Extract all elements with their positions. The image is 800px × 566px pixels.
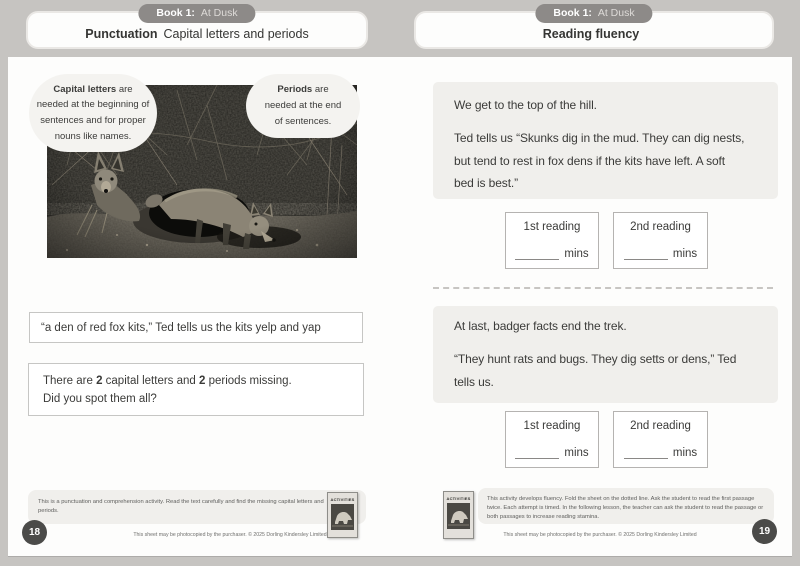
exercise-sentence: “a den of red fox kits,” Ted tells us th… bbox=[41, 322, 321, 334]
book-tab-title: At Dusk bbox=[598, 7, 635, 19]
thumbnail-cover-photo bbox=[447, 503, 470, 529]
right-book-tab: Book 1: At Dusk bbox=[535, 4, 652, 23]
left-title-topic: Punctuation bbox=[85, 27, 157, 41]
minutes-blank bbox=[515, 446, 559, 459]
passage-1-opening: We get to the top of the hill. bbox=[454, 98, 778, 112]
bubble-bold-term: Periods bbox=[277, 84, 312, 95]
book-tab-bold: Book 1: bbox=[553, 7, 592, 19]
fold-dashed-line bbox=[433, 287, 773, 289]
book-tab-title: At Dusk bbox=[201, 7, 238, 19]
reading-time-box-2nd: 2nd reading mins bbox=[613, 212, 708, 269]
hint-line-1: There are 2 capital letters and 2 period… bbox=[43, 372, 363, 390]
passage-2-panel: At last, badger facts end the trek. “The… bbox=[433, 306, 778, 403]
thumbnail-title: ACTIVITIES bbox=[444, 496, 473, 501]
workbook-spread: Book 1: At Dusk Punctuation Capital lette… bbox=[0, 0, 800, 566]
left-page-number: 18 bbox=[22, 520, 47, 545]
mins-label: mins bbox=[673, 447, 697, 459]
reading-time-box-1st: 1st reading mins bbox=[505, 212, 599, 269]
exercise-sentence-box: “a den of red fox kits,” Ted tells us th… bbox=[29, 312, 363, 343]
left-page-header: Book 1: At Dusk PunctuationCapital lette… bbox=[26, 11, 368, 49]
mins-label: mins bbox=[673, 248, 697, 260]
minutes-blank bbox=[624, 247, 668, 260]
mins-label: mins bbox=[564, 447, 588, 459]
hint-line-2: Did you spot them all? bbox=[43, 390, 363, 408]
right-page-title: Reading fluency bbox=[543, 27, 646, 41]
passage-1-panel: We get to the top of the hill. Ted tells… bbox=[433, 82, 778, 199]
right-title-topic: Reading fluency bbox=[543, 27, 640, 41]
left-teacher-note: This is a punctuation and comprehension … bbox=[28, 490, 366, 524]
book-tab-bold: Book 1: bbox=[156, 7, 195, 19]
bubble-bold-term: Capital letters bbox=[53, 84, 116, 95]
left-title-subtitle: Capital letters and periods bbox=[163, 27, 308, 41]
left-copyright-line: This sheet may be photocopied by the pur… bbox=[95, 532, 365, 538]
left-book-tab: Book 1: At Dusk bbox=[138, 4, 255, 23]
reading-time-box-2nd: 2nd reading mins bbox=[613, 411, 708, 468]
thumbnail-title: ACTIVITIES bbox=[328, 497, 357, 502]
right-teacher-note: This activity develops fluency. Fold the… bbox=[478, 488, 774, 524]
minutes-blank bbox=[515, 247, 559, 260]
reading-time-box-1st: 1st reading mins bbox=[505, 411, 599, 468]
thumbnail-cover-photo bbox=[331, 504, 354, 530]
passage-2-opening: At last, badger facts end the trek. bbox=[454, 319, 778, 333]
right-page-header: Book 1: At Dusk Reading fluency bbox=[414, 11, 774, 49]
mins-label: mins bbox=[564, 248, 588, 260]
hint-box: There are 2 capital letters and 2 period… bbox=[28, 363, 364, 416]
left-page-title: Punctuation Capital letters and periods bbox=[85, 27, 308, 41]
periods-bubble: Periods are needed at the end of sentenc… bbox=[246, 74, 360, 138]
capital-letters-bubble: Capital letters are needed at the beginn… bbox=[29, 74, 157, 152]
right-copyright-line: This sheet may be photocopied by the pur… bbox=[470, 532, 730, 538]
minutes-blank bbox=[624, 446, 668, 459]
right-page-number: 19 bbox=[752, 519, 777, 544]
